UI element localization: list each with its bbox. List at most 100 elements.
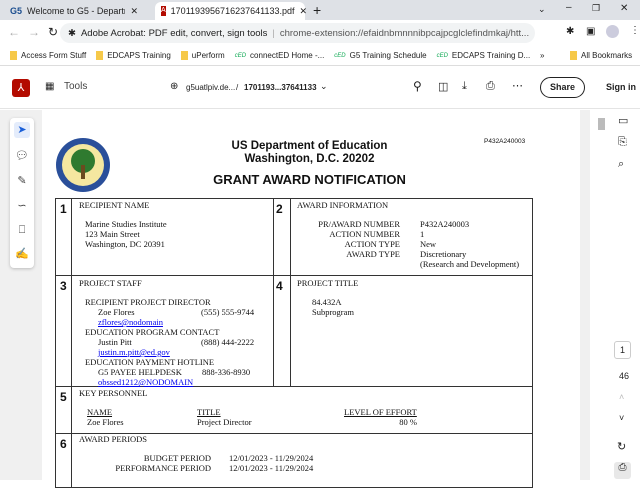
bookmark-uperform[interactable]: uPerform bbox=[180, 51, 225, 60]
document-title: GRANT AWARD NOTIFICATION bbox=[213, 172, 406, 187]
bookmarks-bar: Access Form Stuff EDCAPS Training uPerfo… bbox=[0, 46, 640, 66]
tab-title: 1701193956716237641133.pdf bbox=[170, 6, 295, 16]
box-heading: PROJECT TITLE bbox=[297, 278, 359, 288]
acrobat-logo-icon[interactable]: ⅄ bbox=[12, 79, 30, 97]
box-heading: KEY PERSONNEL bbox=[79, 388, 148, 398]
folder-icon bbox=[96, 51, 104, 60]
new-tab-button[interactable]: + bbox=[313, 2, 321, 18]
folder-icon bbox=[570, 51, 577, 60]
action-number: 1 bbox=[420, 229, 425, 239]
share-button[interactable]: Share bbox=[540, 77, 585, 98]
profile-icon[interactable] bbox=[606, 25, 619, 38]
page-thumbnail-icon[interactable]: ⎙ bbox=[614, 462, 631, 479]
highlight-pen-icon[interactable]: ✎ bbox=[14, 173, 30, 189]
extensions-icon[interactable]: ✱ bbox=[566, 26, 574, 37]
bookmark-edcaps-training-d[interactable]: cED EDCAPS Training D... bbox=[437, 51, 531, 60]
box-number: 2 bbox=[276, 202, 283, 216]
scrollbar-thumb[interactable] bbox=[598, 118, 605, 130]
more-bookmarks-icon[interactable]: » bbox=[540, 51, 544, 60]
comment-icon[interactable]: 💬︎ bbox=[14, 148, 30, 164]
back-icon[interactable]: ← bbox=[8, 25, 20, 39]
pdf-page: P432A240003 US Department of Education W… bbox=[42, 110, 580, 488]
chevron-down-icon[interactable]: ⌄ bbox=[320, 81, 328, 92]
sign-icon[interactable]: ✍ bbox=[14, 246, 30, 262]
page-number-input[interactable]: 1 bbox=[614, 341, 631, 359]
search-icon[interactable]: ⚲ bbox=[413, 79, 422, 93]
minimize-button[interactable]: – bbox=[566, 2, 572, 13]
tools-grid-icon[interactable]: ▦ bbox=[45, 81, 54, 92]
column-header-effort: LEVEL OF EFFORT bbox=[344, 407, 417, 417]
select-cursor-icon[interactable]: ➤ bbox=[14, 122, 30, 138]
tab-search-icon[interactable]: ⌄ bbox=[538, 4, 546, 15]
print-icon[interactable]: ⎙ bbox=[486, 80, 495, 93]
document-header: US Department of Education Washington, D… bbox=[42, 140, 577, 186]
field-label: ACTION TYPE bbox=[344, 239, 400, 249]
globe-icon: ⊕ bbox=[170, 81, 179, 92]
recipient-name-box: RECIPIENT NAME Marine Studies Institute … bbox=[79, 200, 167, 249]
more-options-icon[interactable]: ⋯ bbox=[512, 79, 523, 92]
hotline-heading: EDUCATION PAYMENT HOTLINE bbox=[85, 357, 215, 367]
rotate-icon[interactable]: ↻ bbox=[617, 440, 626, 453]
reload-icon[interactable]: ↻ bbox=[48, 25, 58, 39]
restore-button[interactable]: ❐ bbox=[592, 3, 600, 14]
document-domain: g5uatlpiv.de... bbox=[186, 83, 236, 92]
attachments-icon[interactable]: ⌕ bbox=[618, 158, 624, 171]
recipient-city: Washington, DC 20391 bbox=[85, 239, 165, 249]
subprogram: Subprogram bbox=[312, 307, 355, 317]
close-tab-icon[interactable]: ✕ bbox=[130, 6, 138, 17]
tab-g5-welcome[interactable]: G5 Welcome to G5 - Department of ✕ bbox=[4, 2, 144, 20]
pages-icon[interactable]: ◫ bbox=[438, 80, 448, 93]
comments-panel-icon[interactable]: ▭ bbox=[618, 114, 628, 127]
next-page-icon[interactable]: ˅ bbox=[619, 413, 624, 423]
tab-title: Welcome to G5 - Department of bbox=[27, 6, 125, 16]
hotline-email-link[interactable]: obssed1212@NODOMAIN bbox=[98, 377, 193, 387]
forward-icon[interactable]: → bbox=[28, 25, 40, 39]
key-personnel-box: KEY PERSONNEL NAME TITLE LEVEL OF EFFORT Z… bbox=[79, 388, 419, 427]
ced-icon: cED bbox=[234, 52, 247, 59]
document-filename[interactable]: 1701193...37641133 bbox=[244, 83, 317, 92]
ced-icon: cED bbox=[436, 52, 448, 59]
all-bookmarks[interactable]: All Bookmarks bbox=[570, 51, 632, 60]
recipient-street: 123 Main Street bbox=[85, 229, 140, 239]
box-heading: AWARD INFORMATION bbox=[297, 200, 389, 210]
bookmark-label: EDCAPS Training D... bbox=[451, 51, 531, 60]
text-box-icon[interactable]: ⎕ bbox=[14, 222, 30, 238]
draw-icon[interactable]: ∽ bbox=[14, 198, 30, 214]
page-total: 46 bbox=[619, 371, 630, 381]
box-number: 3 bbox=[60, 279, 67, 293]
tab-pdf[interactable]: A 1701193956716237641133.pdf ✕ bbox=[155, 2, 307, 20]
bookmark-connected-home[interactable]: cED connectED Home -... bbox=[235, 51, 325, 60]
folder-icon bbox=[180, 51, 188, 60]
bookmark-label: connectED Home -... bbox=[250, 51, 325, 60]
director-email-link[interactable]: zflores@nodomain bbox=[98, 317, 163, 327]
bookmarks-panel-icon[interactable]: ⎘ bbox=[618, 136, 627, 149]
side-panel-icon[interactable]: ▣ bbox=[586, 26, 595, 37]
menu-icon[interactable]: ⋮ bbox=[630, 25, 640, 36]
omnibox[interactable]: ✱ Adobe Acrobat: PDF edit, convert, sign… bbox=[60, 23, 535, 43]
folder-icon bbox=[10, 51, 17, 60]
director-name: Zoe Flores bbox=[98, 307, 135, 317]
bookmark-g5-training-schedule[interactable]: cED G5 Training Schedule bbox=[334, 51, 426, 60]
contact-phone: (888) 444-2222 bbox=[201, 337, 255, 347]
box-number: 4 bbox=[276, 279, 283, 293]
box-heading: PROJECT STAFF bbox=[79, 278, 142, 288]
bookmark-edcaps-training[interactable]: EDCAPS Training bbox=[96, 51, 171, 60]
site-name: Adobe Acrobat: PDF edit, convert, sign t… bbox=[80, 27, 268, 39]
box-number: 6 bbox=[60, 437, 67, 451]
bookmark-access-form-stuff[interactable]: Access Form Stuff bbox=[10, 51, 86, 60]
tools-button[interactable]: Tools bbox=[64, 81, 87, 92]
download-icon[interactable]: ⤓ bbox=[462, 80, 467, 93]
sign-in-button[interactable]: Sign in bbox=[606, 82, 636, 92]
action-type: New bbox=[420, 239, 437, 249]
close-tab-icon[interactable]: ✕ bbox=[299, 6, 307, 17]
previous-page-icon[interactable]: ˄ bbox=[619, 392, 624, 402]
close-window-button[interactable]: ✕ bbox=[620, 3, 628, 14]
budget-period-label: BUDGET PERIOD bbox=[143, 453, 211, 463]
hotline-name: G5 PAYEE HELPDESK bbox=[98, 367, 182, 377]
department-address: Washington, D.C. 20202 bbox=[244, 153, 375, 165]
cfda-number: 84.432A bbox=[312, 297, 342, 307]
contact-email-link[interactable]: justin.m.pitt@ed.gov bbox=[98, 347, 170, 357]
bookmark-label: Access Form Stuff bbox=[21, 51, 87, 60]
url-text[interactable]: chrome-extension://efaidnbmnnnibpcajpcgl… bbox=[280, 28, 529, 39]
contact-name: Justin Pitt bbox=[98, 337, 132, 347]
